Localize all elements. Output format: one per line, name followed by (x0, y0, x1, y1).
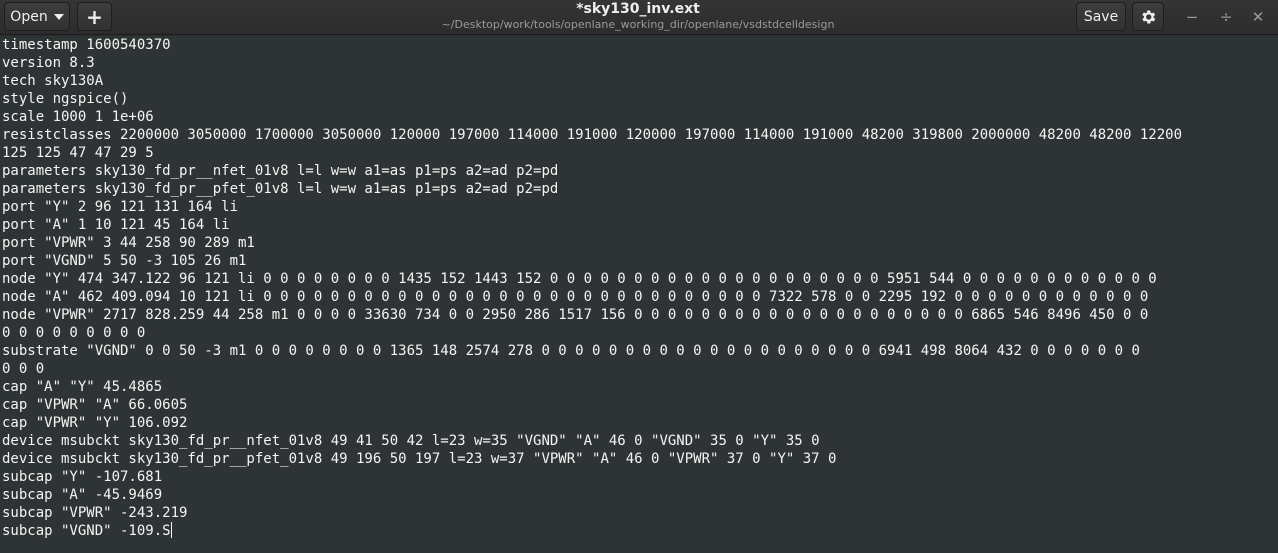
new-document-button[interactable]: + (77, 2, 112, 31)
open-button-label: Open (10, 8, 48, 25)
editor-line: port "Y" 2 96 121 131 164 li (2, 199, 239, 215)
text-cursor (170, 522, 172, 538)
window-title: *sky130_inv.ext (576, 1, 700, 17)
editor-line: subcap "VGND" -109.S (2, 522, 172, 539)
close-button[interactable]: ✕ (1247, 6, 1269, 28)
editor-line: port "VPWR" 3 44 258 90 289 m1 (2, 235, 255, 251)
editor-line: subcap "A" -45.9469 (2, 487, 163, 503)
editor-line: port "A" 1 10 121 45 164 li (2, 217, 230, 233)
open-button[interactable]: Open (4, 2, 70, 31)
editor-line: device msubckt sky130_fd_pr__pfet_01v8 4… (2, 451, 837, 467)
editor-line: 125 125 47 47 29 5 (2, 145, 154, 161)
close-icon: ✕ (1251, 8, 1265, 26)
save-button[interactable]: Save (1076, 2, 1126, 31)
editor-line: style ngspice() (2, 91, 129, 107)
editor-line: resistclasses 2200000 3050000 1700000 30… (2, 127, 1183, 143)
minimize-button[interactable]: − (1181, 6, 1203, 28)
editor-line: tech sky130A (2, 73, 104, 89)
gear-icon (1142, 9, 1156, 24)
editor-line: node "VPWR" 2717 828.259 44 258 m1 0 0 0… (2, 307, 1149, 323)
menu-button[interactable] (1132, 2, 1164, 31)
editor-line: parameters sky130_fd_pr__pfet_01v8 l=l w… (2, 181, 559, 197)
editor-line: node "A" 462 409.094 10 121 li 0 0 0 0 0… (2, 289, 1149, 305)
editor-line: cap "VPWR" "A" 66.0605 (2, 397, 188, 413)
editor-line: 0 0 0 (2, 361, 45, 377)
window-title-area: *sky130_inv.ext ~/Desktop/work/tools/ope… (338, 0, 938, 32)
maximize-button[interactable]: ÷ (1215, 6, 1237, 28)
editor-line: substrate "VGND" 0 0 50 -3 m1 0 0 0 0 0 … (2, 343, 1140, 359)
plus-icon: + (86, 4, 103, 29)
editor-line: subcap "Y" -107.681 (2, 469, 163, 485)
editor-line: node "Y" 474 347.122 96 121 li 0 0 0 0 0… (2, 271, 1157, 287)
minimize-icon: − (1185, 8, 1199, 26)
text-editor[interactable]: timestamp 1600540370 version 8.3 tech sky1… (0, 36, 1278, 553)
editor-line: 0 0 0 0 0 0 0 0 0 (2, 325, 146, 341)
editor-content[interactable]: timestamp 1600540370 version 8.3 tech sky1… (0, 36, 1278, 540)
file-path: ~/Desktop/work/tools/openlane_working_di… (441, 18, 835, 31)
editor-line: cap "A" "Y" 45.4865 (2, 379, 163, 395)
editor-line: parameters sky130_fd_pr__nfet_01v8 l=l w… (2, 163, 559, 179)
header-bar: Open + *sky130_inv.ext ~/Desktop/work/to… (0, 0, 1278, 35)
editor-line: cap "VPWR" "Y" 106.092 (2, 415, 188, 431)
maximize-icon: ÷ (1219, 8, 1233, 26)
editor-line: subcap "VPWR" -243.219 (2, 505, 188, 521)
editor-line: port "VGND" 5 50 -3 105 26 m1 (2, 253, 247, 269)
chevron-down-icon (53, 13, 64, 20)
editor-line: timestamp 1600540370 (2, 37, 171, 53)
editor-line: version 8.3 (2, 55, 95, 71)
editor-line: device msubckt sky130_fd_pr__nfet_01v8 4… (2, 433, 820, 449)
editor-line: scale 1000 1 1e+06 (2, 109, 154, 125)
